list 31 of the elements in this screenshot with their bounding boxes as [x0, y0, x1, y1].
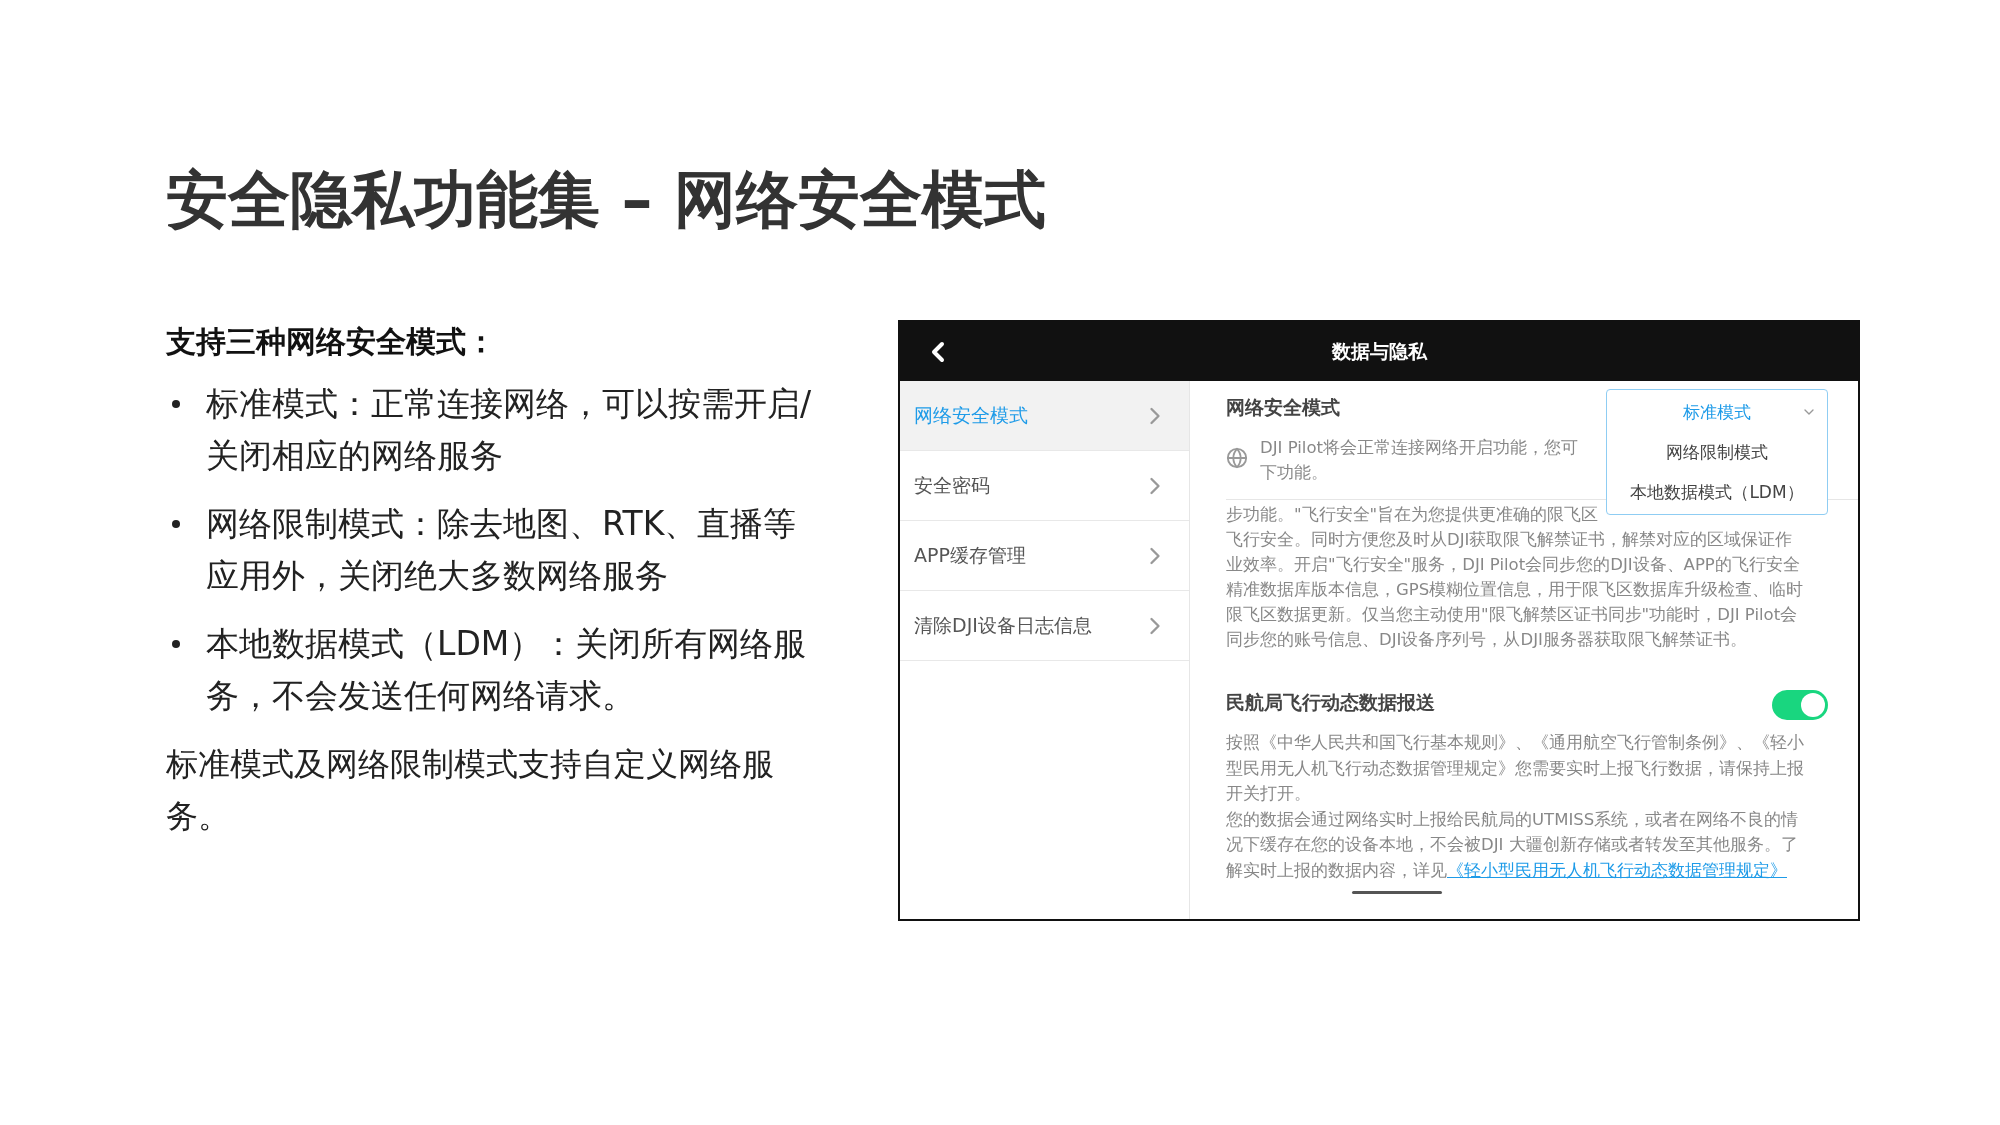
sidebar-label: 网络安全模式 [914, 402, 1028, 428]
toggle-switch[interactable] [1772, 690, 1828, 720]
paragraph-line: 业效率。开启"飞行安全"服务，DJI Pilot会同步您的DJI设备、APP的飞行安全 [1226, 554, 1800, 576]
paragraph-line: 飞行安全。同时方便您及时从DJI获取限飞解禁证书，解禁对应的区域保证作 [1226, 529, 1793, 551]
section-title: 民航局飞行动态数据报送 [1226, 690, 1435, 715]
section-title: 网络安全模式 [1226, 395, 1340, 420]
paragraph: 您的数据会通过网络实时上报给民航局的UTMISS系统，或者在网络不良的情况下缓存在您的设备本地，不会被DJI 大疆创新存储或者转发至其他服务。了解实时上报的数据内容，详见《轻小型民用无人机飞行动态数据管理规定》 [1226, 808, 1800, 882]
bullet-icon [172, 520, 180, 528]
description-line: DJI Pilot将会正常连接网络开启功能，您可 [1260, 437, 1578, 459]
paragraph-line: 精准数据库版本信息，GPS模糊位置信息，用于限飞区数据库升级检查、临时 [1226, 579, 1804, 601]
globe-icon [1226, 447, 1248, 469]
dropdown-option[interactable]: 本地数据模式（LDM） [1607, 472, 1827, 512]
description-line: 下功能。 [1260, 462, 1328, 484]
paragraph-line: 同步您的账号信息、DJI设备序列号，从DJI服务器获取限飞解禁证书。 [1226, 629, 1747, 651]
paragraph-line: 限飞区数据更新。仅当您主动使用"限飞解禁区证书同步"功能时，DJI Pilot会 [1226, 604, 1798, 626]
bullet-text: 标准模式：正常连接网络，可以按需开启/关闭相应的网络服务 [206, 383, 813, 477]
slide-title: 安全隐私功能集 – 网络安全模式 [166, 162, 1048, 238]
bullet-icon [172, 400, 180, 408]
sidebar-label: 安全密码 [914, 472, 990, 498]
bullet-text: 本地数据模式（LDM）：关闭所有网络服务，不会发送任何网络请求。 [206, 623, 808, 717]
note-text: 标准模式及网络限制模式支持自定义网络服务。 [166, 744, 775, 837]
paragraph-line: 步功能。"飞行安全"旨在为您提供更准确的限飞区 [1226, 504, 1599, 526]
sidebar-label: APP缓存管理 [914, 542, 1026, 568]
mode-dropdown[interactable]: 标准模式 网络限制模式 本地数据模式（LDM） [1606, 389, 1828, 515]
screen-title: 数据与隐私 [1331, 338, 1427, 364]
dropdown-option[interactable]: 网络限制模式 [1607, 432, 1827, 472]
sidebar-label: 清除DJI设备日志信息 [914, 612, 1092, 638]
heading: 支持三种网络安全模式： [166, 323, 497, 361]
bullet-text: 网络限制模式：除去地图、RTK、直播等应用外，关闭绝大多数网络服务 [206, 503, 798, 597]
bullet-icon [172, 640, 180, 648]
paragraph: 按照《中华人民共和国飞行基本规则》、《通用航空飞行管制条例》、《轻小型民用无人机飞行动态数据管理规定》您需要实时上报飞行数据，请保持上报开关打开。 [1226, 732, 1805, 805]
